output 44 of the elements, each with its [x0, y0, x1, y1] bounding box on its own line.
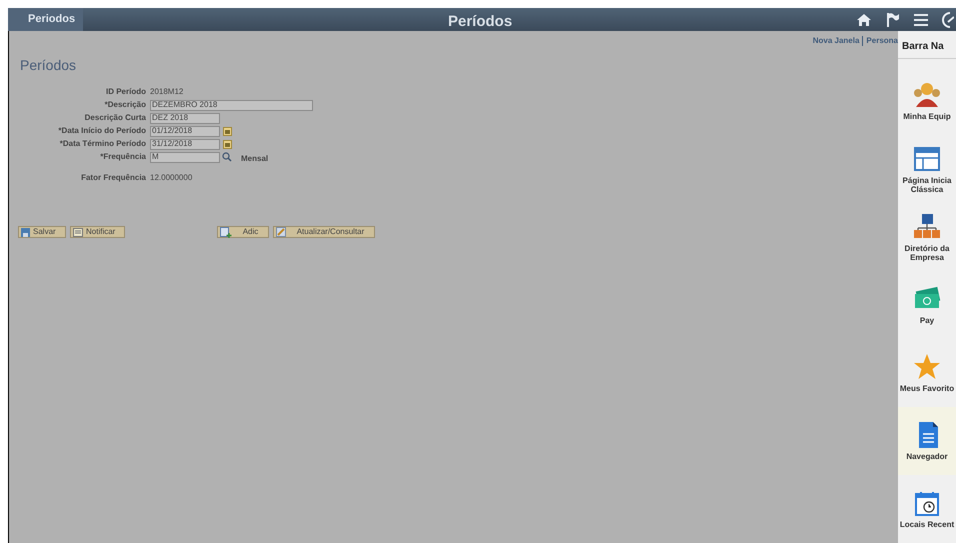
- flag-icon[interactable]: [886, 12, 900, 28]
- window-icon: [913, 144, 941, 172]
- nav-bar-tile[interactable]: Pay: [898, 271, 956, 339]
- org-chart-icon: [913, 212, 941, 240]
- field-label: ID Período: [104, 86, 147, 98]
- star-icon: [913, 353, 941, 381]
- people-icon: [913, 81, 941, 109]
- action-button[interactable]: Notificar: [70, 226, 125, 238]
- field-description: Mensal: [241, 152, 268, 164]
- calendar-clock-icon: [913, 489, 941, 517]
- home-icon[interactable]: [856, 12, 872, 26]
- field-label: *Data Término Período: [58, 138, 147, 150]
- action-button[interactable]: Atualizar/Consultar: [273, 226, 375, 238]
- field-label: *Frequência: [99, 151, 147, 163]
- search-icon[interactable]: [222, 152, 232, 162]
- field-label: *Descrição: [104, 99, 147, 111]
- header-link[interactable]: Nova Janela: [812, 35, 860, 47]
- input-field[interactable]: 01/12/2018: [150, 126, 220, 136]
- input-field[interactable]: 31/12/2018: [150, 138, 220, 150]
- nav-bar-tile[interactable]: Minha Equip: [898, 67, 956, 135]
- action-button[interactable]: Salvar: [18, 226, 66, 238]
- field-value: 2018M12: [150, 86, 184, 98]
- input-field[interactable]: DEZEMBRO 2018: [150, 100, 313, 110]
- nav-bar-tile[interactable]: Diretório da Empresa: [898, 203, 956, 271]
- note-icon: [73, 228, 83, 236]
- field-label: Descrição Curta: [84, 112, 147, 124]
- nav-bar-tile[interactable]: Locais Recent: [898, 475, 956, 543]
- page-title: Períodos: [20, 56, 76, 75]
- field-value: 12.0000000: [150, 172, 192, 184]
- input-field[interactable]: DEZ 2018: [150, 112, 220, 124]
- page-plus-icon: [220, 226, 232, 238]
- action-button[interactable]: Adic: [217, 226, 269, 238]
- field-label: Fator Frequência: [80, 172, 147, 184]
- page-header-title: Períodos: [448, 12, 512, 32]
- pencil-icon: [276, 227, 286, 237]
- nav-bar-tile[interactable]: Página Inicia Clássica: [898, 135, 956, 203]
- nav-bar-title: Barra Na: [898, 31, 956, 59]
- nav-bar-tile[interactable]: Meus Favorito: [898, 339, 956, 407]
- back-button[interactable]: Periodos: [8, 8, 83, 31]
- menu-icon[interactable]: [914, 14, 928, 26]
- nav-bar-tile[interactable]: Navegador: [898, 407, 956, 475]
- input-field[interactable]: M: [150, 152, 220, 162]
- field-label: *Data Início do Período: [57, 125, 147, 137]
- header-link[interactable]: Persona: [866, 35, 898, 47]
